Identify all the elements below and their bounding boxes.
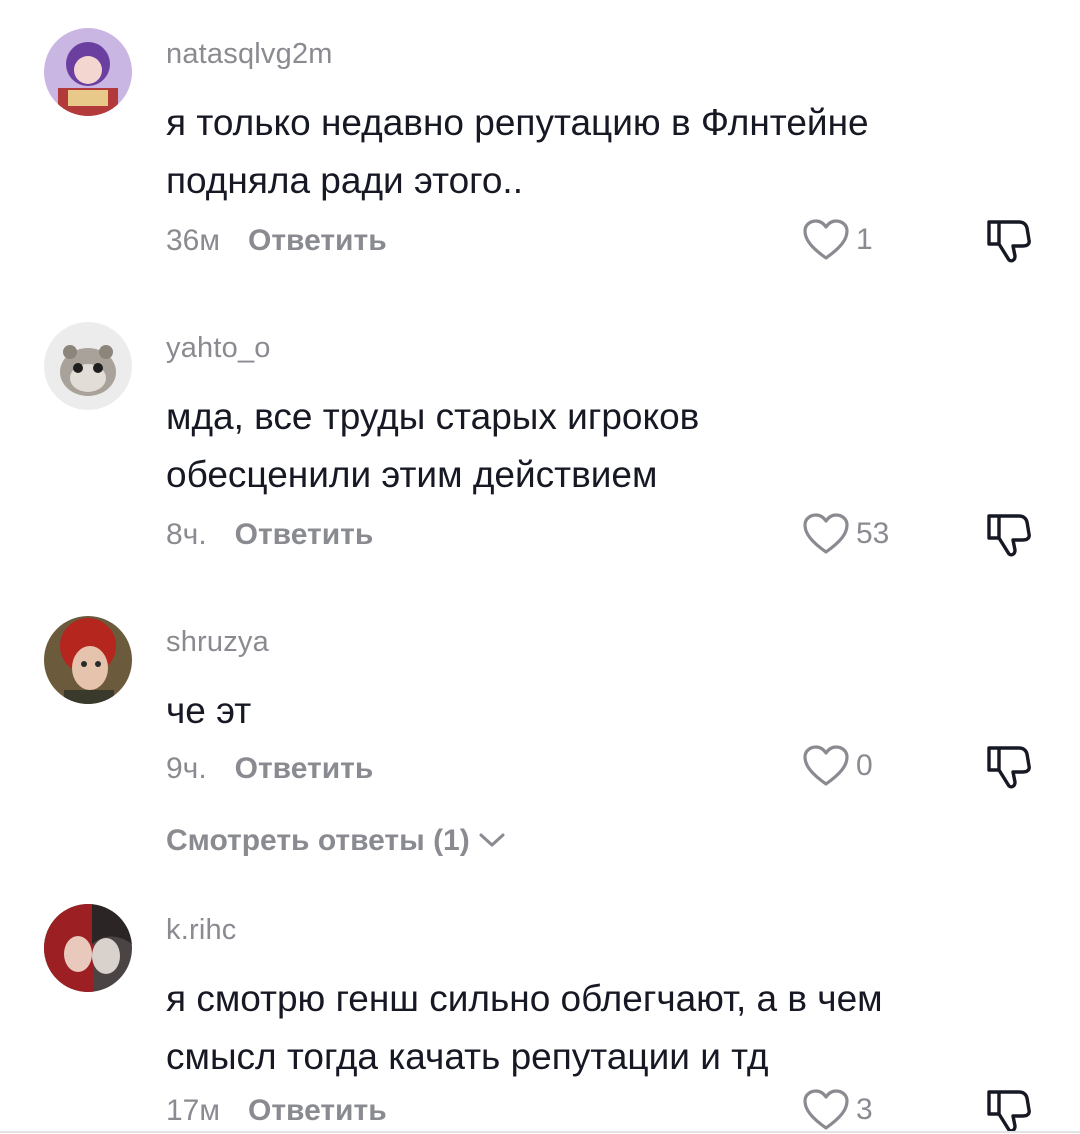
heart-outline-icon [802, 218, 850, 262]
comment-meta: 8ч. Ответить [166, 518, 373, 552]
like-button[interactable]: 1 [802, 218, 873, 262]
thumbs-down-outline-icon [985, 742, 1031, 790]
reply-button[interactable]: Ответить [248, 1094, 387, 1128]
thumbs-down-outline-icon [985, 510, 1031, 558]
like-count: 0 [856, 749, 873, 782]
comment-time: 17м [166, 1094, 220, 1127]
reply-button[interactable]: Ответить [235, 518, 374, 552]
like-count: 53 [856, 517, 890, 550]
comment-meta: 36м Ответить [166, 224, 387, 258]
divider [0, 1131, 1080, 1133]
comment-time: 9ч. [166, 752, 207, 785]
dislike-button[interactable] [985, 1086, 1031, 1134]
avatar[interactable] [44, 28, 132, 116]
comment-time: 8ч. [166, 518, 207, 551]
comment-text: я только недавно репутацию в Флнтейне по… [166, 102, 869, 201]
comment-username[interactable]: k.rihc [166, 914, 237, 947]
thumbs-down-outline-icon [985, 1086, 1031, 1134]
comment-meta: 17м Ответить [166, 1094, 387, 1128]
avatar[interactable] [44, 616, 132, 704]
heart-outline-icon [802, 512, 850, 556]
heart-outline-icon [802, 744, 850, 788]
avatar[interactable] [44, 904, 132, 992]
like-button[interactable]: 53 [802, 512, 889, 556]
comment-meta: 9ч. Ответить [166, 752, 373, 786]
like-count: 1 [856, 223, 873, 256]
comment-username[interactable]: natasqlvg2m [166, 38, 333, 71]
like-button[interactable]: 3 [802, 1088, 873, 1132]
dislike-button[interactable] [985, 216, 1031, 264]
view-replies-button[interactable]: Смотреть ответы (1) [166, 824, 506, 858]
reply-button[interactable]: Ответить [235, 752, 374, 786]
view-replies-label: Смотреть ответы (1) [166, 824, 470, 857]
avatar[interactable] [44, 322, 132, 410]
like-count: 3 [856, 1093, 873, 1126]
dislike-button[interactable] [985, 742, 1031, 790]
dislike-button[interactable] [985, 510, 1031, 558]
comment-username[interactable]: shruzya [166, 626, 269, 659]
chevron-down-icon [470, 824, 506, 858]
comment-text: мда, все труды старых игроков обесценили… [166, 396, 700, 495]
heart-outline-icon [802, 1088, 850, 1132]
comment-time: 36м [166, 224, 220, 257]
comment-text: я смотрю генш сильно облегчают, а в чем … [166, 978, 883, 1077]
reply-button[interactable]: Ответить [248, 224, 387, 258]
like-button[interactable]: 0 [802, 744, 873, 788]
comment-username[interactable]: yahto_o [166, 332, 271, 365]
comment-text: че эт [166, 690, 252, 731]
thumbs-down-outline-icon [985, 216, 1031, 264]
